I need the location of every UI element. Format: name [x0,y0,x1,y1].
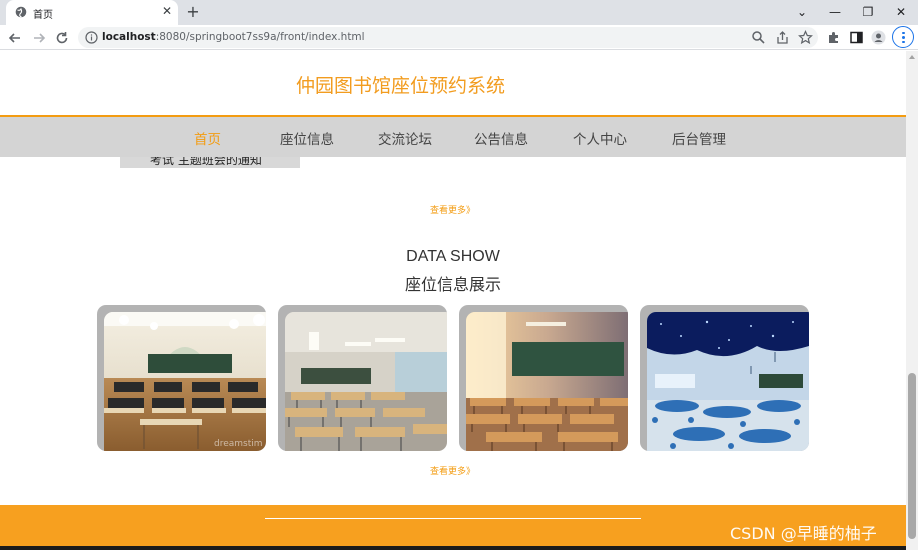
browser-tab[interactable]: 首页 ✕ [6,0,178,25]
side-panel-icon[interactable] [849,30,864,45]
notice-item-title: 考试 主题班会的通知 [150,157,262,167]
tab-search-icon[interactable]: ⌄ [792,3,812,21]
nav-item-announcements[interactable]: 公告信息 [474,128,528,148]
share-icon[interactable] [775,30,790,45]
extensions-icon[interactable] [826,30,841,45]
tab-title: 首页 [33,10,53,21]
globe-icon [15,6,27,18]
footer-divider [265,518,641,519]
seat-card-4[interactable] [640,305,809,451]
seat-more-link[interactable]: 查看更多》 [430,464,475,477]
notice-item-partial[interactable]: 考试 主题班会的通知 [120,157,300,168]
zoom-icon[interactable] [751,30,766,45]
address-bar[interactable]: localhost:8080/springboot7ss9a/front/ind… [78,27,818,48]
classroom-3-image [466,312,628,451]
url-path: :8080/springboot7ss9a/front/index.html [155,31,365,43]
classroom-1-image: dreamstim [104,312,266,451]
main-nav: 首页 座位信息 交流论坛 公告信息 个人中心 后台管理 [0,117,906,157]
notice-more-link[interactable]: 查看更多》 [430,203,475,216]
reload-icon[interactable] [53,29,71,47]
scroll-up-arrow-icon[interactable] [909,55,915,59]
browser-toolbar: localhost:8080/springboot7ss9a/front/ind… [0,25,918,50]
site-header: 仲园图书馆座位预约系统 [0,51,906,117]
new-tab-button[interactable]: + [184,3,202,21]
back-icon[interactable] [6,29,24,47]
csdn-watermark: CSDN @早睡的柚子 [730,524,877,543]
nav-item-admin[interactable]: 后台管理 [672,128,726,148]
classroom-4-image [647,312,809,451]
taskbar-strip [0,546,906,550]
url-text: localhost:8080/springboot7ss9a/front/ind… [102,31,365,43]
data-show-title-en: DATA SHOW [406,248,500,265]
window-close-icon[interactable]: ✕ [891,3,911,21]
browser-menu-icon[interactable] [892,26,914,48]
profile-avatar-icon[interactable] [871,30,886,45]
minimize-icon[interactable]: — [825,3,845,21]
nav-item-personal-center[interactable]: 个人中心 [573,128,627,148]
url-host: localhost [102,31,156,43]
seat-card-1[interactable]: dreamstim [97,305,266,451]
card-1-watermark: dreamstim [214,439,263,449]
seat-card-3[interactable] [459,305,628,451]
page-scrollbar[interactable] [906,51,918,550]
page-viewport: 仲园图书馆座位预约系统 首页 座位信息 交流论坛 公告信息 个人中心 后台管理 … [0,51,906,550]
scroll-thumb[interactable] [908,373,916,539]
nav-item-home[interactable]: 首页 [194,128,221,148]
nav-item-seat-info[interactable]: 座位信息 [280,128,334,148]
classroom-2-image [285,312,447,451]
data-show-title-cn: 座位信息展示 [404,275,501,294]
tab-close-icon[interactable]: ✕ [160,4,174,18]
bookmark-star-icon[interactable] [798,30,813,45]
site-info-icon[interactable] [85,31,98,44]
forward-icon[interactable] [30,29,48,47]
site-title: 仲园图书馆座位预约系统 [296,75,506,97]
restore-icon[interactable]: ❐ [858,3,878,21]
nav-item-forum[interactable]: 交流论坛 [378,128,432,148]
seat-card-2[interactable] [278,305,447,451]
browser-tab-strip: 首页 ✕ + ⌄ — ❐ ✕ [0,0,918,25]
